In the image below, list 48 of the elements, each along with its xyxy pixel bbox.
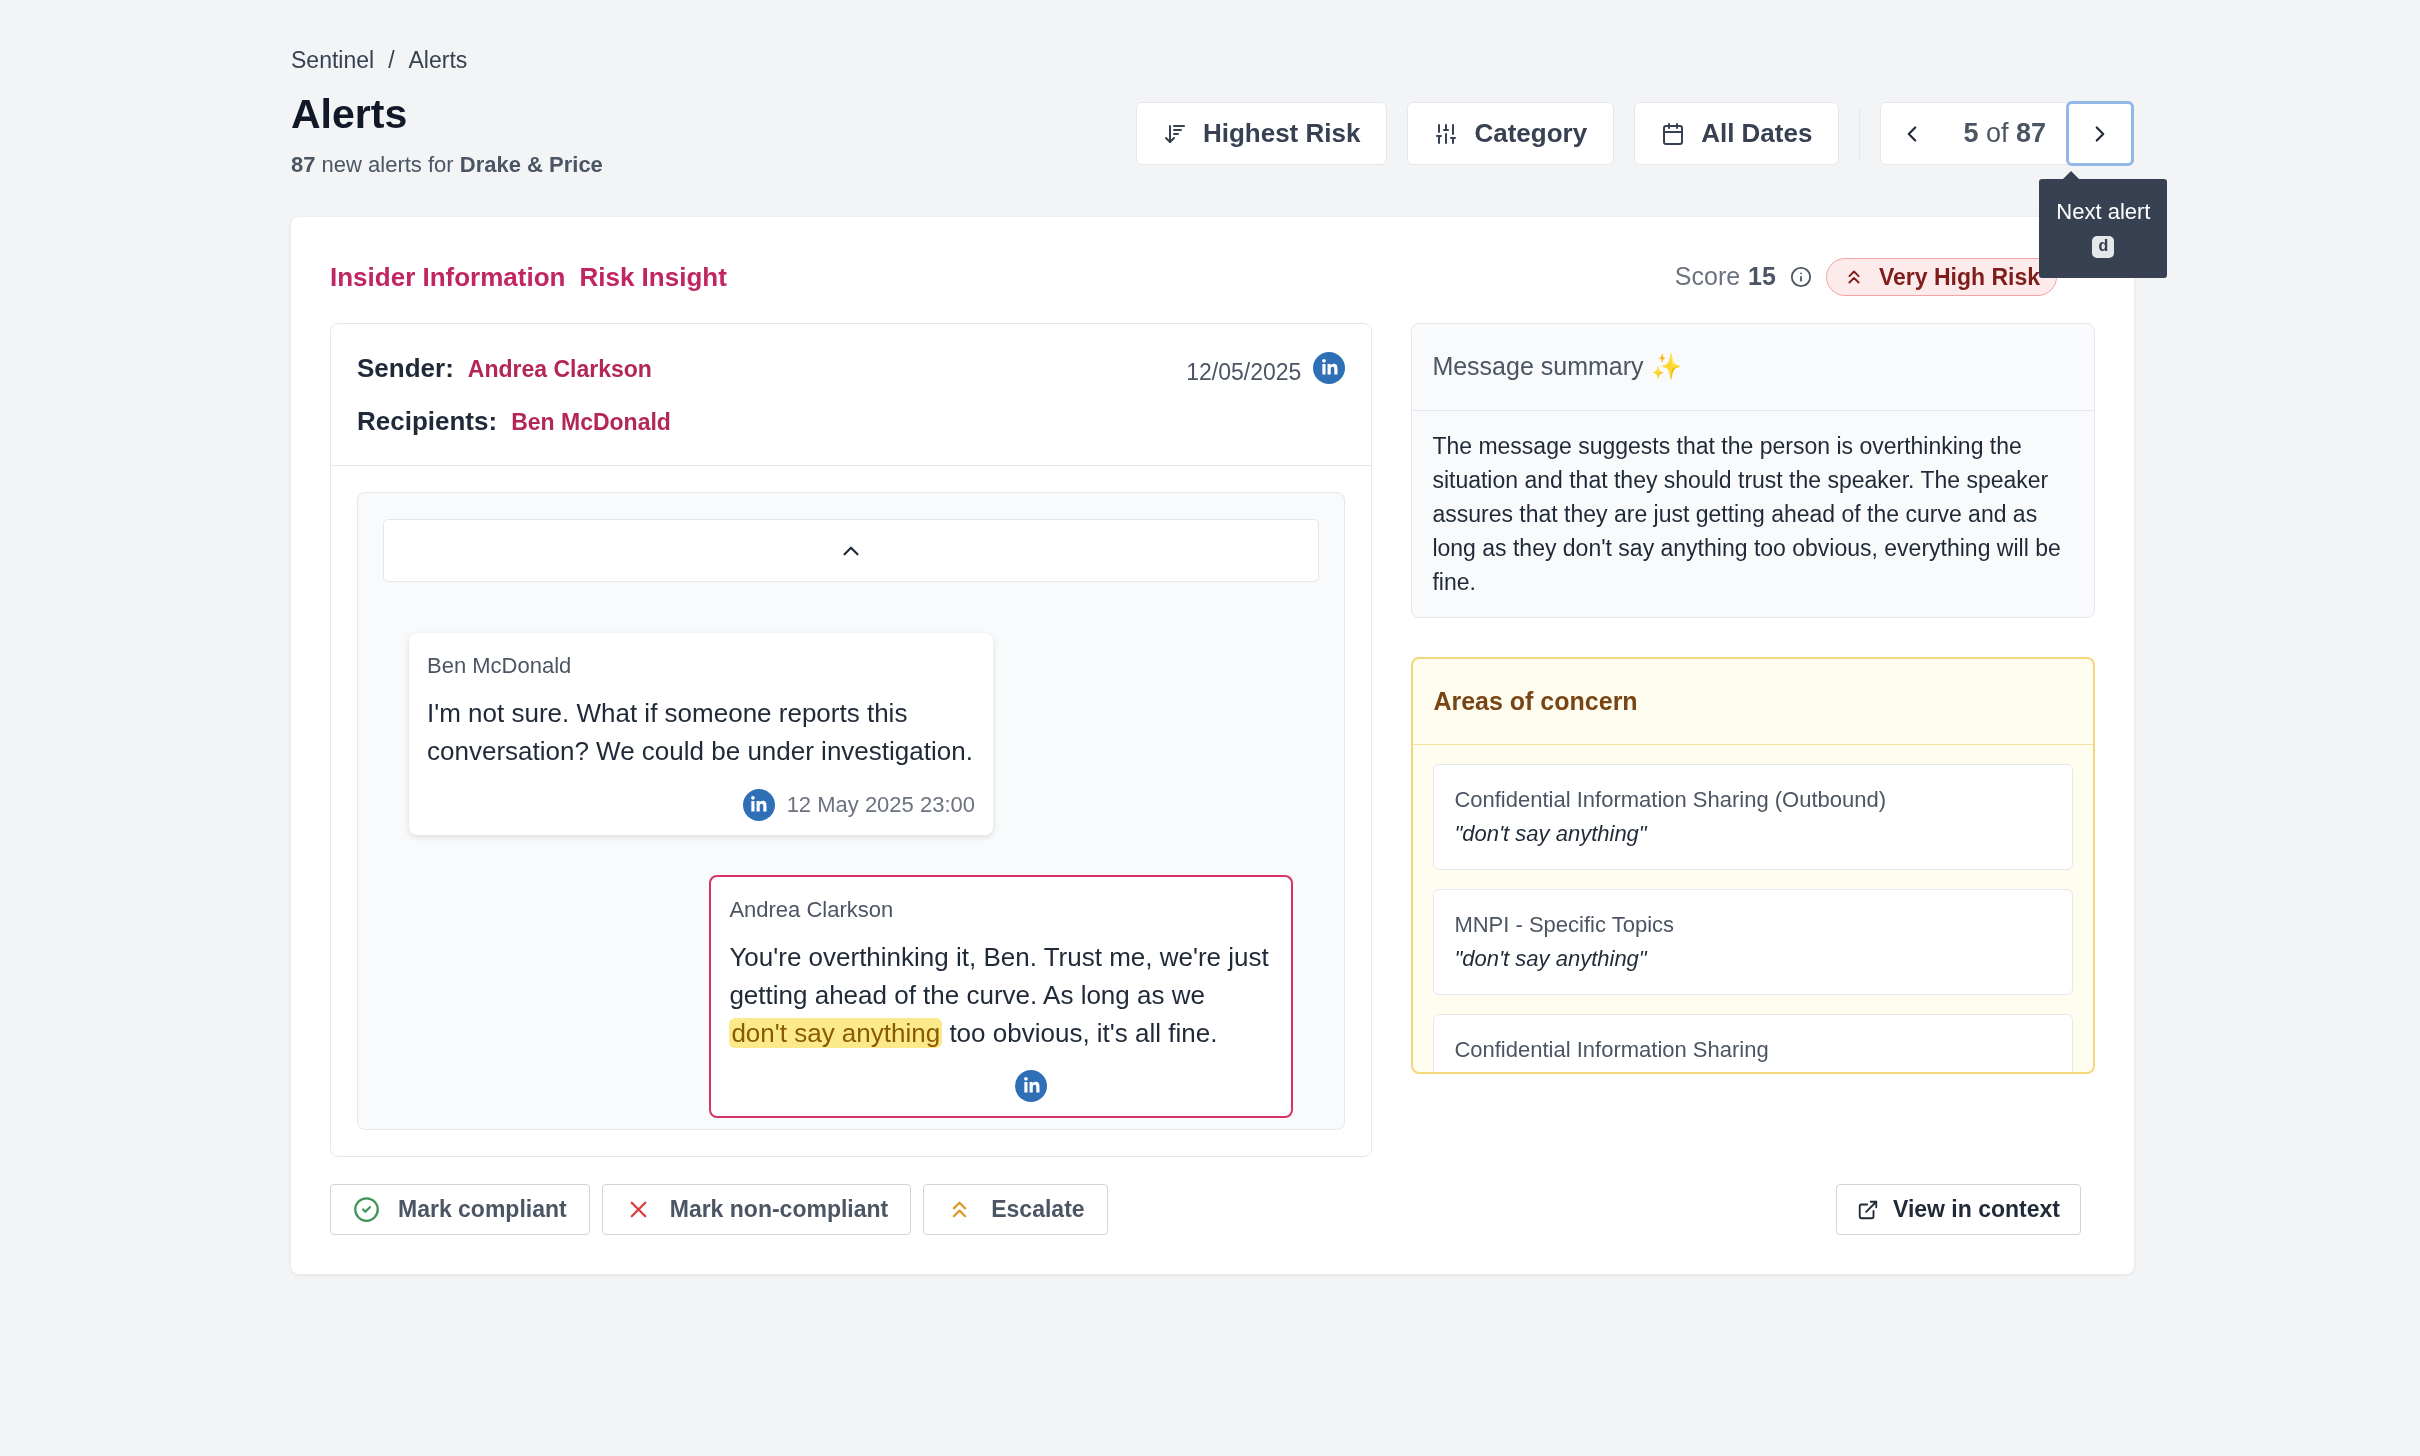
action-button[interactable]: Mark compliant xyxy=(330,1184,590,1235)
calendar-icon xyxy=(1661,121,1686,146)
message-author: Andrea Clarkson xyxy=(729,896,895,924)
summary-text: The message suggests that the person is overthinking the situation and that they should trust the speaker. The speaker assures that they are just getting ahead of the curve and as long as they don't say anything too obvious, everything will be fine. xyxy=(1431,431,2062,597)
page-title: Alerts xyxy=(291,90,409,139)
tooltip-text: Next alert xyxy=(2056,198,2151,226)
collapse-button[interactable] xyxy=(383,519,1320,582)
filter-button[interactable]: Category xyxy=(1407,102,1615,165)
linkedin-icon xyxy=(1313,352,1346,384)
breadcrumb-link[interactable]: Alerts xyxy=(408,42,468,78)
filter-button[interactable]: All Dates xyxy=(1634,102,1840,165)
keyboard-shortcut: d xyxy=(2092,236,2115,258)
breadcrumb-link[interactable]: Sentinel xyxy=(291,42,375,78)
action-button[interactable]: Mark non-compliant xyxy=(601,1184,912,1235)
alert-subtype: Risk Insight xyxy=(579,260,727,294)
alert-type: Insider Information xyxy=(330,260,566,294)
external-link-icon xyxy=(1857,1198,1879,1221)
linkedin-icon xyxy=(1015,1070,1048,1102)
pager-count: 5 of 87 xyxy=(1962,117,2047,151)
view-context-button[interactable]: View in context xyxy=(1836,1184,2081,1235)
check-circle-icon xyxy=(353,1196,380,1223)
sliders-icon xyxy=(1434,121,1459,146)
message-time: 12 May 2025 23:00 xyxy=(786,791,975,819)
risk-badge: Very High Risk xyxy=(1825,258,2057,296)
recipient-link[interactable]: Ben McDonald xyxy=(511,406,671,438)
info-icon[interactable] xyxy=(1789,266,1812,288)
concern-name: Confidential Information Sharing xyxy=(1454,1036,1770,1064)
message-text: You're overthinking it, Ben. Trust me, we're just getting ahead of the curve. As long as we don't say anything too obvious, it's all fine. xyxy=(729,941,1270,1050)
summary-title: Message summary ✨ xyxy=(1412,324,2094,411)
alerts-subtitle: 87 new alerts for Drake & Price xyxy=(291,151,603,179)
concern-name: Confidential Information Sharing (Outbound) xyxy=(1454,786,1888,814)
sender-label: Sender: xyxy=(357,352,454,384)
linkedin-icon xyxy=(742,788,775,821)
sender-link[interactable]: Andrea Clarkson xyxy=(467,353,652,385)
recipients-label: Recipients: xyxy=(357,405,498,437)
message-date: 12/05/2025 xyxy=(1186,358,1302,387)
concern-name: MNPI - Specific Topics xyxy=(1454,911,1676,939)
breadcrumb-separator: / xyxy=(388,45,395,75)
score-value: 15 xyxy=(1748,261,1776,293)
concern-quote: "don't say anything" xyxy=(1454,945,1649,973)
concern-quote: "don't say anything" xyxy=(1454,820,1649,848)
score-label: Score xyxy=(1674,261,1741,293)
message-author: Ben McDonald xyxy=(427,652,573,680)
next-button[interactable] xyxy=(2066,101,2134,166)
filter-button[interactable]: Highest Risk xyxy=(1135,102,1388,165)
concerns-title: Areas of concern xyxy=(1413,658,2093,745)
message-text: I'm not sure. What if someone reports this conversation? We could be under investigation. xyxy=(427,697,973,768)
action-button[interactable]: Escalate xyxy=(923,1184,1108,1235)
